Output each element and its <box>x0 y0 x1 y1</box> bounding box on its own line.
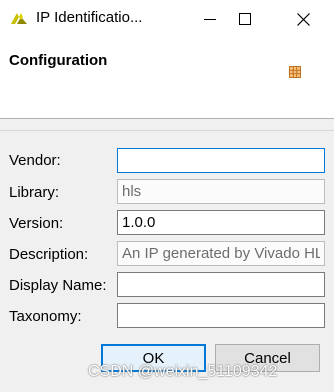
display-name-label: Display Name: <box>9 277 107 294</box>
version-label: Version: <box>9 215 64 232</box>
section-divider <box>0 130 334 131</box>
description-input[interactable] <box>117 241 325 266</box>
minimize-icon <box>204 18 216 20</box>
vendor-input[interactable] <box>117 148 325 173</box>
dialog-header: Configuration <box>0 38 334 118</box>
maximize-button[interactable] <box>222 0 268 38</box>
title-bar: IP Identificatio... <box>0 0 334 38</box>
version-input[interactable] <box>117 210 325 235</box>
taxonomy-input[interactable] <box>117 303 325 328</box>
taxonomy-label: Taxonomy: <box>9 308 82 325</box>
library-input[interactable] <box>117 179 325 204</box>
maximize-icon <box>239 13 251 25</box>
page-title: Configuration <box>9 52 108 69</box>
library-label: Library: <box>9 184 60 201</box>
vendor-label: Vendor: <box>9 152 61 169</box>
vivado-logo-icon <box>11 13 27 24</box>
watermark-text: CSDN @weixin_51109342 <box>88 363 278 380</box>
window-title: IP Identificatio... <box>36 9 143 26</box>
description-label: Description: <box>9 246 89 263</box>
close-button[interactable] <box>280 0 326 38</box>
grid-config-icon <box>289 66 301 78</box>
close-icon <box>296 12 310 26</box>
display-name-input[interactable] <box>117 272 325 297</box>
